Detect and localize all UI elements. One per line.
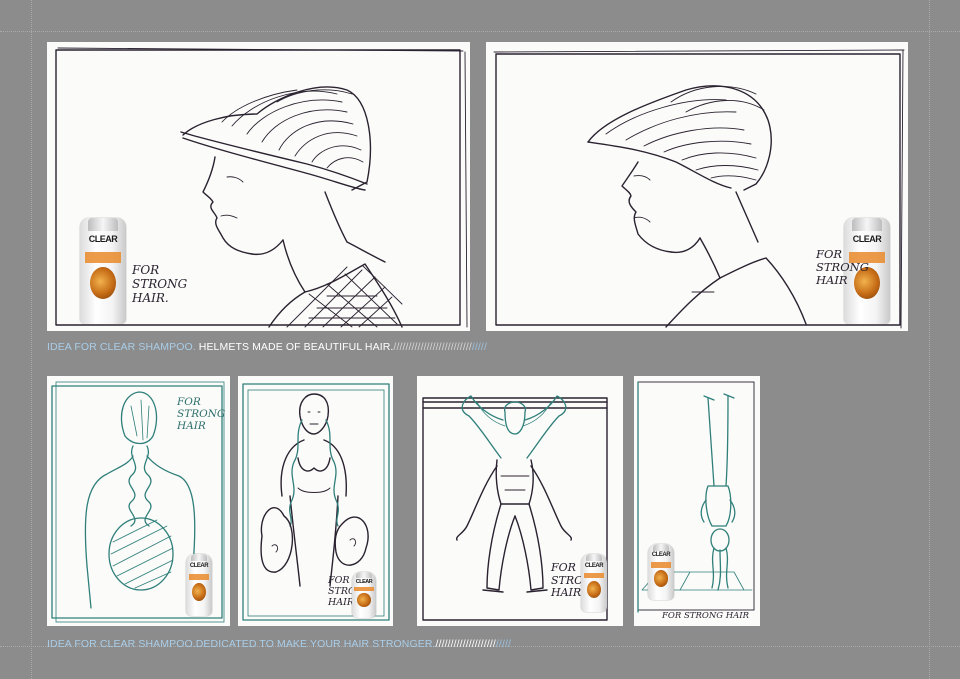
caption-slashes: //////////////////// [435, 638, 496, 650]
caption-lead: IDEA FOR CLEAR SHAMPOO. [47, 341, 196, 353]
clear-shampoo-bottle: CLEAR [581, 554, 607, 612]
tagline-text: FOR STRONG HAIR [662, 611, 750, 621]
tagline-text: FOR STRONG HAIR [177, 396, 226, 433]
bottle-brand-label: CLEAR [189, 563, 209, 570]
guide-line-right [929, 0, 930, 679]
sketch-panel-helmet-1: CLEAR FOR STRONG HAIR. [47, 42, 470, 331]
caption-tail: ///// [495, 638, 511, 650]
bottle-brand-label: CLEAR [355, 578, 373, 585]
sketch-panel-braid-bags: FOR STRONG HAIR CLEAR [238, 376, 393, 626]
clear-shampoo-bottle: CLEAR [80, 218, 126, 324]
bottle-brand-label: CLEAR [584, 562, 604, 569]
sketch-panel-hair-stand: CLEAR FOR STRONG HAIR [634, 376, 760, 626]
clear-shampoo-bottle: CLEAR [352, 572, 376, 618]
caption-main: HELMETS MADE OF BEAUTIFUL HAIR. [195, 341, 394, 353]
guide-line-top [0, 31, 960, 32]
caption-lead: IDEA FOR CLEAR SHAMPOO.DEDICATED TO MAKE… [47, 638, 436, 650]
caption-slashes: ////////////////////////// [393, 341, 472, 353]
caption-tail: ///// [471, 341, 487, 353]
bottle-brand-label: CLEAR [88, 233, 118, 244]
clear-shampoo-bottle: CLEAR [186, 554, 212, 616]
bottle-brand-label: CLEAR [651, 552, 671, 559]
clear-shampoo-bottle: CLEAR [648, 544, 674, 600]
caption-stronger-hair: IDEA FOR CLEAR SHAMPOO.DEDICATED TO MAKE… [47, 638, 511, 650]
tagline-text: FOR STRONG HAIR [816, 247, 869, 288]
sketch-panel-helmet-2: CLEAR FOR STRONG HAIR [486, 42, 908, 331]
tagline-text: FOR STRONG HAIR. [132, 263, 188, 305]
guide-line-left [31, 0, 32, 679]
sketch-panel-braid-back: FOR STRONG HAIR CLEAR [47, 376, 230, 626]
bottle-brand-label: CLEAR [852, 233, 882, 244]
caption-helmets: IDEA FOR CLEAR SHAMPOO. HELMETS MADE OF … [47, 341, 487, 353]
sketch-panel-hair-bar: FOR STRONG HAIR CLEAR [417, 376, 623, 626]
